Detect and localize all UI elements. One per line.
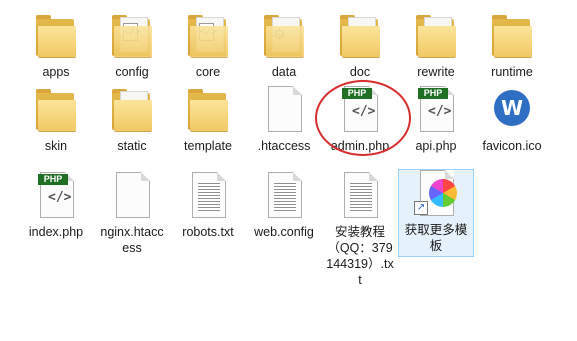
favicon-icon: W (490, 86, 534, 132)
text-file-icon (262, 172, 306, 218)
text-file-icon (338, 172, 382, 218)
file-label: core (195, 65, 221, 79)
file-index-php[interactable]: PHP </> index.php (19, 172, 93, 240)
file-label: 安装教程（QQ：379144319）.txt (326, 225, 394, 287)
file-label: 获取更多模板 (404, 223, 468, 253)
file-label: apps (42, 65, 70, 79)
php-file-icon: PHP </> (34, 172, 78, 218)
file-favicon[interactable]: W favicon.ico (475, 86, 549, 154)
php-file-icon: PHP </> (414, 86, 458, 132)
file-label: web.config (254, 225, 314, 239)
file-label: runtime (491, 65, 533, 79)
file-label: favicon.ico (482, 139, 542, 153)
shortcut-app-icon: ↗ (414, 170, 458, 216)
file-label: rewrite (417, 65, 455, 79)
folder-icon (110, 86, 154, 132)
file-label: robots.txt (182, 225, 234, 239)
folder-rewrite[interactable]: rewrite (399, 12, 473, 80)
folder-icon (34, 12, 78, 58)
folder-apps[interactable]: apps (19, 12, 93, 80)
file-label: doc (349, 65, 371, 79)
folder-doc[interactable]: doc (323, 12, 397, 80)
file-label: config (115, 65, 149, 79)
blank-file-icon (110, 172, 154, 218)
annotation-circle (315, 80, 411, 156)
file-htaccess[interactable]: .htaccess (247, 86, 321, 154)
file-install-guide-txt[interactable]: 安装教程（QQ：379144319）.txt (323, 172, 397, 288)
file-label: data (271, 65, 297, 79)
folder-code-icon: </> (110, 12, 154, 58)
folder-icon (414, 12, 458, 58)
folder-icon (34, 86, 78, 132)
folder-code-icon: </> (186, 12, 230, 58)
file-web-config[interactable]: web.config (247, 172, 321, 240)
file-more-templates-shortcut[interactable]: ↗ 获取更多模板 (398, 169, 474, 257)
folder-icon (490, 12, 534, 58)
file-label: template (184, 139, 232, 153)
folder-icon (338, 12, 382, 58)
file-label: api.php (415, 139, 457, 153)
file-label: .htaccess (257, 139, 311, 153)
file-label: nginx.htaccess (100, 225, 164, 255)
file-explorer-view: apps </> config </> core ⚙ data doc rewr… (0, 0, 577, 341)
file-label: static (117, 139, 147, 153)
file-nginx-htaccess[interactable]: nginx.htaccess (95, 172, 169, 256)
folder-skin[interactable]: skin (19, 86, 93, 154)
folder-static[interactable]: static (95, 86, 169, 154)
file-label: index.php (28, 225, 84, 239)
folder-config[interactable]: </> config (95, 12, 169, 80)
file-robots-txt[interactable]: robots.txt (171, 172, 245, 240)
file-label: skin (44, 139, 68, 153)
gear-folder-icon: ⚙ (262, 12, 306, 58)
blank-file-icon (262, 86, 306, 132)
shortcut-arrow-icon: ↗ (414, 201, 428, 215)
folder-core[interactable]: </> core (171, 12, 245, 80)
folder-template[interactable]: template (171, 86, 245, 154)
folder-runtime[interactable]: runtime (475, 12, 549, 80)
folder-icon (186, 86, 230, 132)
text-file-icon (186, 172, 230, 218)
folder-data[interactable]: ⚙ data (247, 12, 321, 80)
